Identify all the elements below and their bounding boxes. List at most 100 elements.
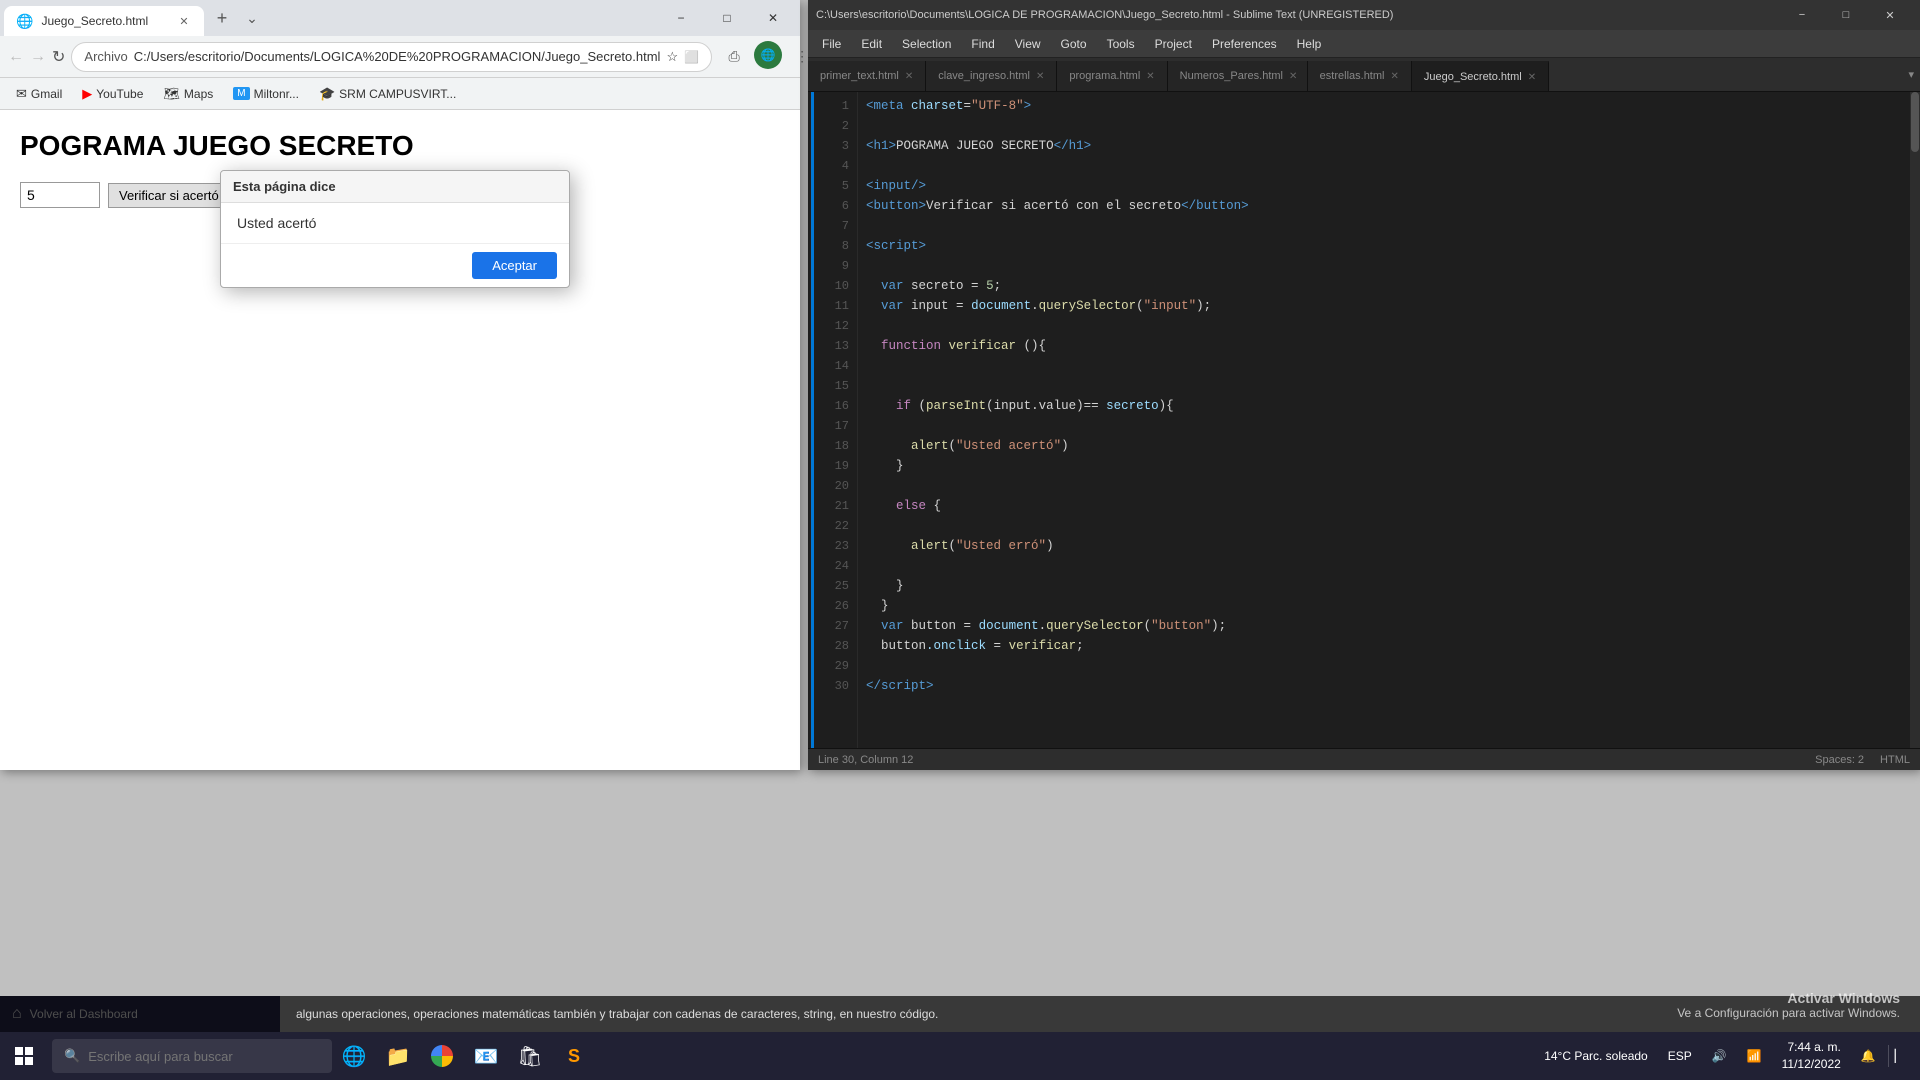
line-number-22: 22 — [814, 516, 857, 536]
tab-close-estrellas[interactable]: ✕ — [1390, 71, 1398, 82]
editor-scrollbar[interactable] — [1910, 92, 1920, 748]
weather-display[interactable]: 14°C Parc. soleado — [1536, 1045, 1656, 1067]
sublime-tab-programa[interactable]: programa.html ✕ — [1057, 61, 1167, 91]
sublime-tab-pares[interactable]: Numeros_Pares.html ✕ — [1168, 61, 1308, 91]
line-number-13: 13 — [814, 336, 857, 356]
tab-scroll-arrow[interactable]: ▾ — [1902, 68, 1920, 81]
code-line-14 — [866, 356, 1902, 376]
line-number-5: 5 — [814, 176, 857, 196]
menu-edit[interactable]: Edit — [851, 33, 892, 55]
line-number-23: 23 — [814, 536, 857, 556]
tab-label-primer-text: primer_text.html — [820, 70, 899, 82]
sublime-tab-clave[interactable]: clave_ingreso.html ✕ — [926, 61, 1057, 91]
secret-input[interactable] — [20, 182, 100, 208]
menu-find[interactable]: Find — [961, 33, 1004, 55]
taskbar-pin-folder[interactable]: 📁 — [376, 1034, 420, 1078]
bookmark-youtube-label: YouTube — [96, 87, 143, 101]
verify-button[interactable]: Verificar si acertó — [108, 183, 230, 208]
sublime-minimize-button[interactable]: − — [1780, 0, 1824, 30]
tab-close-clave[interactable]: ✕ — [1036, 71, 1044, 82]
statusbar-spaces: Spaces: 2 — [1815, 754, 1864, 766]
tab-close-juego[interactable]: ✕ — [1528, 72, 1536, 83]
code-line-7 — [866, 216, 1902, 236]
menu-tools[interactable]: Tools — [1097, 33, 1145, 55]
chrome-close-button[interactable]: ✕ — [750, 2, 796, 34]
lang-indicator[interactable]: ESP — [1660, 1045, 1700, 1067]
search-input[interactable] — [88, 1049, 320, 1064]
code-line-3: <h1>POGRAMA JUEGO SECRETO</h1> — [866, 136, 1902, 156]
chrome-titlebar: 🌐 Juego_Secreto.html ✕ + ⌄ − □ ✕ — [0, 0, 800, 36]
tab-close-programa[interactable]: ✕ — [1146, 71, 1154, 82]
taskbar-pin-sublime[interactable]: S — [552, 1034, 596, 1078]
bookmark-miltonr-label: Miltonr... — [254, 87, 299, 101]
forward-button[interactable]: → — [30, 41, 46, 73]
menu-selection[interactable]: Selection — [892, 33, 961, 55]
sublime-editor[interactable]: 1234567891011121314151617181920212223242… — [808, 92, 1920, 748]
sublime-statusbar: Line 30, Column 12 Spaces: 2 HTML — [808, 748, 1920, 770]
alert-header: Esta página dice — [221, 171, 569, 203]
code-line-27: var button = document.querySelector("but… — [866, 616, 1902, 636]
code-line-18: alert("Usted acertó") — [866, 436, 1902, 456]
line-number-20: 20 — [814, 476, 857, 496]
code-line-17 — [866, 416, 1902, 436]
chrome-tab-close-button[interactable]: ✕ — [176, 13, 192, 29]
refresh-button[interactable]: ↻ — [52, 41, 65, 73]
bookmark-youtube[interactable]: ▶ YouTube — [74, 82, 151, 106]
sublime-tab-primer-text[interactable]: primer_text.html ✕ — [808, 61, 926, 91]
line-number-24: 24 — [814, 556, 857, 576]
sublime-icon: S — [568, 1046, 580, 1067]
menu-preferences[interactable]: Preferences — [1202, 33, 1287, 55]
start-button[interactable] — [0, 1032, 48, 1080]
line-number-12: 12 — [814, 316, 857, 336]
bookmark-campus[interactable]: 🎓 SRM CAMPUSVIRT... — [311, 82, 464, 106]
clock-time: 7:44 a. m. — [1782, 1039, 1841, 1056]
chrome-maximize-button[interactable]: □ — [704, 2, 750, 34]
taskbar-pin-store[interactable]: 🛍 — [508, 1034, 552, 1078]
code-line-25: } — [866, 576, 1902, 596]
youtube-favicon: ▶ — [82, 86, 92, 102]
sublime-close-button[interactable]: ✕ — [1868, 0, 1912, 30]
code-editor[interactable]: <meta charset="UTF-8"> <h1>POGRAMA JUEGO… — [858, 92, 1910, 748]
menu-project[interactable]: Project — [1145, 33, 1202, 55]
tab-close-primer-text[interactable]: ✕ — [905, 71, 913, 82]
bookmarks-bar: ✉ Gmail ▶ YouTube 🗺 Maps M Miltonr... 🎓 … — [0, 78, 800, 110]
user-avatar[interactable]: 🌐 — [754, 41, 782, 69]
taskbar-pin-edge[interactable]: 🌐 — [332, 1034, 376, 1078]
new-tab-button[interactable]: + — [208, 4, 236, 32]
menu-help[interactable]: Help — [1287, 33, 1332, 55]
back-button[interactable]: ← — [8, 41, 24, 73]
menu-goto[interactable]: Goto — [1051, 33, 1097, 55]
bookmark-gmail[interactable]: ✉ Gmail — [8, 82, 70, 106]
address-bar[interactable]: Archivo C:/Users/escritorio/Documents/LO… — [71, 42, 712, 72]
chrome-tab-active[interactable]: 🌐 Juego_Secreto.html ✕ — [4, 6, 204, 36]
tab-close-pares[interactable]: ✕ — [1289, 71, 1297, 82]
show-desktop-button[interactable]: ▏ — [1888, 1045, 1912, 1067]
code-line-22 — [866, 516, 1902, 536]
menu-file[interactable]: File — [812, 33, 851, 55]
bookmark-maps[interactable]: 🗺 Maps — [155, 82, 221, 106]
notifications-icon[interactable]: 🔔 — [1853, 1045, 1884, 1067]
line-number-6: 6 — [814, 196, 857, 216]
bookmark-star-icon[interactable]: ☆ — [666, 49, 678, 65]
clock-display[interactable]: 7:44 a. m. 11/12/2022 — [1774, 1035, 1849, 1077]
sublime-tab-estrellas[interactable]: estrellas.html ✕ — [1308, 61, 1412, 91]
taskbar-search[interactable]: 🔍 — [52, 1039, 332, 1073]
collapse-icon[interactable]: ⌄ — [238, 4, 266, 32]
volume-icon[interactable]: 🔊 — [1704, 1045, 1735, 1067]
chrome-minimize-button[interactable]: − — [658, 2, 704, 34]
bookmark-miltonr[interactable]: M Miltonr... — [225, 83, 307, 105]
taskbar: 🔍 🌐 📁 📧 🛍 S 14°C Parc. soleado ESP 🔊 📶 7… — [0, 1032, 1920, 1080]
menu-view[interactable]: View — [1005, 33, 1051, 55]
alert-dialog: Esta página dice Usted acertó Aceptar — [220, 170, 570, 288]
taskbar-pin-chrome[interactable] — [420, 1034, 464, 1078]
sublime-maximize-button[interactable]: □ — [1824, 0, 1868, 30]
alert-accept-button[interactable]: Aceptar — [472, 252, 557, 279]
network-icon[interactable]: 📶 — [1739, 1045, 1770, 1067]
taskbar-pin-outlook[interactable]: 📧 — [464, 1034, 508, 1078]
bookmark-maps-label: Maps — [184, 87, 213, 101]
line-number-26: 26 — [814, 596, 857, 616]
sublime-tab-juego[interactable]: Juego_Secreto.html ✕ — [1412, 61, 1549, 91]
scrollbar-thumb[interactable] — [1911, 92, 1919, 152]
share-icon[interactable]: ⎙ — [718, 41, 750, 73]
pip-icon[interactable]: ⬜ — [684, 50, 699, 64]
